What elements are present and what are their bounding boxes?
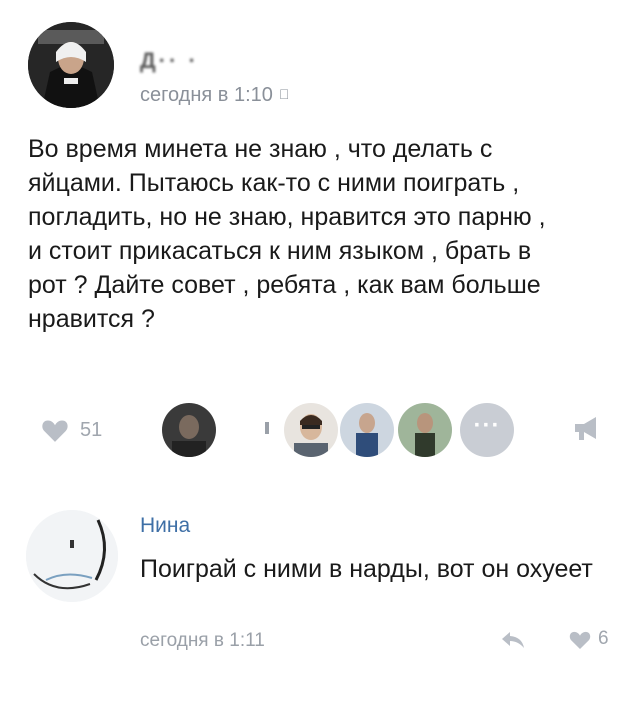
post-time-text: сегодня в 1:10	[140, 84, 273, 106]
liker-avatar[interactable]	[162, 403, 216, 457]
liker-avatar[interactable]	[340, 403, 394, 457]
post-card: Д·· · сегодня в 1:10  Во время минета не…	[0, 0, 640, 704]
post-text: Во время минета не знаю , что делать с я…	[28, 135, 546, 333]
comment-like-count: 6	[598, 628, 609, 649]
liker-photo	[398, 403, 452, 457]
comment-text: Поиграй с ними в нарды, вот он охуеет	[140, 555, 593, 583]
more-likers-label: ···	[473, 412, 501, 439]
comment-author-avatar[interactable]	[26, 510, 118, 602]
megaphone-icon	[575, 417, 596, 440]
divider-mark	[265, 422, 269, 434]
author-photo	[28, 22, 114, 108]
liker-avatar[interactable]	[284, 403, 338, 457]
apple-icon: 	[279, 86, 290, 102]
author-name[interactable]: Д·· ·	[140, 48, 199, 74]
post-like-button[interactable]: 51	[40, 414, 102, 446]
comment-author-photo	[26, 510, 118, 602]
more-likers-button[interactable]: ···	[460, 403, 514, 457]
liker-avatar[interactable]	[398, 403, 452, 457]
reply-button[interactable]	[500, 630, 526, 655]
post-like-count: 51	[80, 418, 103, 441]
comment-like-button[interactable]: 6	[568, 628, 609, 650]
comment-author-name[interactable]: Нина	[140, 514, 190, 538]
share-button[interactable]	[572, 414, 602, 447]
reply-arrow-icon	[502, 632, 524, 648]
comment-timestamp: сегодня в 1:11	[140, 630, 265, 651]
post-timestamp: сегодня в 1:10 	[140, 84, 289, 107]
heart-icon	[42, 420, 68, 442]
author-avatar[interactable]	[28, 22, 114, 108]
liker-photo	[340, 403, 394, 457]
heart-icon	[569, 631, 591, 649]
liker-photo	[162, 403, 216, 457]
liker-photo	[284, 403, 338, 457]
